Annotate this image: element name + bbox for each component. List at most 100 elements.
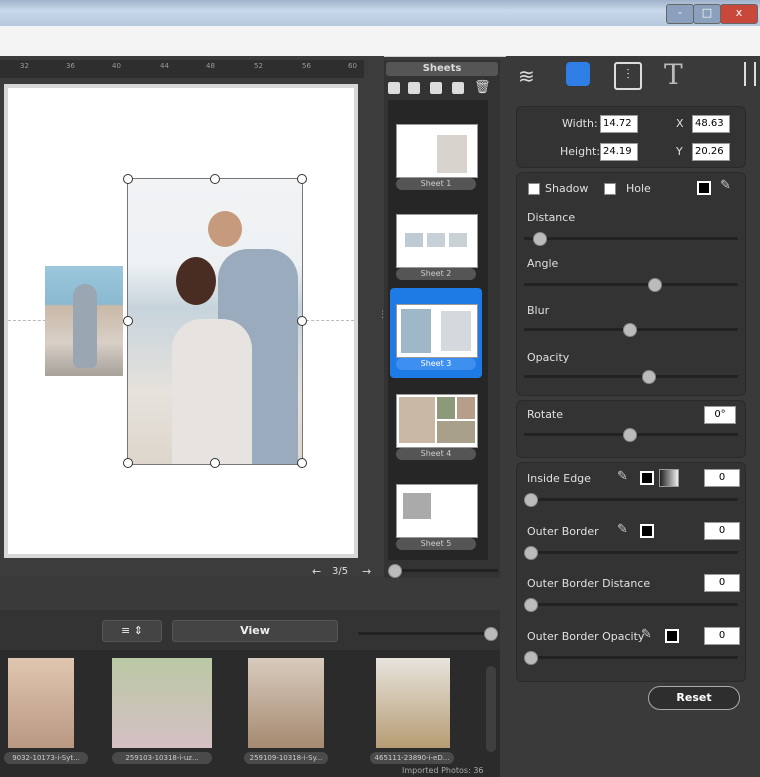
resize-handle[interactable]: [123, 458, 133, 468]
thumb-photo: [457, 397, 475, 419]
inside-edge-color-swatch[interactable]: [640, 471, 654, 485]
panel-toggle-icon[interactable]: [744, 62, 756, 86]
ruler-tick: 32: [20, 62, 29, 70]
outer-border-field[interactable]: 0: [704, 522, 740, 540]
thumbnail-size-slider-track[interactable]: [358, 632, 492, 635]
sheet-thumbnail[interactable]: [396, 124, 478, 178]
text-tool-icon[interactable]: T: [664, 58, 683, 91]
copy-sheet-icon[interactable]: [430, 82, 442, 94]
photo-filename: 9032-10173-i-Syt...: [4, 752, 88, 764]
resize-handle[interactable]: [210, 458, 220, 468]
outer-border-opacity-slider-track[interactable]: [524, 656, 738, 659]
panel-splitter-handle[interactable]: ⋮: [378, 310, 387, 320]
eyedropper-icon[interactable]: ✎: [617, 469, 628, 484]
adjustments-icon[interactable]: ⫶: [614, 62, 642, 90]
resize-handle[interactable]: [123, 174, 133, 184]
close-button[interactable]: x: [720, 4, 758, 24]
filmstrip-photo[interactable]: [248, 658, 324, 748]
rotate-slider-knob[interactable]: [623, 428, 637, 442]
blur-slider-knob[interactable]: [623, 323, 637, 337]
trash-icon[interactable]: 🗑: [474, 80, 491, 95]
minimize-button[interactable]: -: [666, 4, 694, 24]
filmstrip-scrollbar[interactable]: [486, 666, 496, 752]
gradient-swatch[interactable]: [659, 469, 679, 487]
distance-label: Distance: [527, 211, 576, 224]
eyedropper-icon[interactable]: ✎: [617, 522, 628, 537]
x-field[interactable]: 48.63: [692, 115, 730, 133]
thumb-photo: [449, 233, 467, 247]
zoom-slider-knob[interactable]: [388, 564, 402, 578]
height-label: Height:: [560, 145, 601, 158]
height-field[interactable]: 24.19: [600, 143, 638, 161]
sort-dropdown[interactable]: ≡ ⇕: [102, 620, 162, 642]
photo-figure: [73, 284, 97, 368]
zoom-slider-track[interactable]: [392, 569, 498, 572]
outer-border-color-swatch[interactable]: [640, 524, 654, 538]
eyedropper-icon[interactable]: ✎: [720, 178, 731, 193]
resize-handle[interactable]: [123, 316, 133, 326]
shadow-color-swatch[interactable]: [697, 181, 711, 195]
filmstrip-photo[interactable]: [112, 658, 212, 748]
resize-handle[interactable]: [297, 174, 307, 184]
opacity-label: Opacity: [527, 351, 570, 364]
inside-edge-slider-knob[interactable]: [524, 493, 538, 507]
filmstrip-photo[interactable]: [8, 658, 74, 748]
inside-edge-slider-track[interactable]: [524, 498, 738, 501]
thumbnail-size-slider-knob[interactable]: [484, 627, 498, 641]
eyedropper-icon[interactable]: ✎: [641, 627, 652, 642]
outer-border-opacity-slider-knob[interactable]: [524, 651, 538, 665]
opacity-slider-track[interactable]: [524, 375, 738, 378]
x-label: X: [676, 117, 684, 130]
maximize-button[interactable]: □: [693, 4, 721, 24]
angle-slider-knob[interactable]: [648, 278, 662, 292]
thumb-photo: [437, 421, 475, 443]
view-dropdown[interactable]: View: [172, 620, 338, 642]
distance-slider-knob[interactable]: [533, 232, 547, 246]
outer-border-slider-track[interactable]: [524, 551, 738, 554]
y-field[interactable]: 20.26: [692, 143, 730, 161]
prev-page-arrow-icon[interactable]: ←: [312, 565, 321, 578]
outer-border-distance-slider-knob[interactable]: [524, 598, 538, 612]
view-dropdown-label: View: [240, 624, 270, 637]
resize-handle[interactable]: [297, 316, 307, 326]
rotate-label: Rotate: [527, 408, 564, 421]
photo-filename: 259109-10318-i-Sy...: [244, 752, 328, 764]
outer-border-opacity-field[interactable]: 0: [704, 627, 740, 645]
outer-border-opacity-color-swatch[interactable]: [665, 629, 679, 643]
hole-label: Hole: [626, 182, 651, 195]
hole-checkbox[interactable]: [604, 183, 616, 195]
opacity-slider-knob[interactable]: [642, 370, 656, 384]
sheet-label: Sheet 4: [396, 448, 476, 460]
sheet-thumbnail[interactable]: [396, 214, 478, 268]
resize-handle[interactable]: [297, 458, 307, 468]
reset-button[interactable]: Reset: [648, 686, 740, 710]
sheet-label: Sheet 2: [396, 268, 476, 280]
blur-label: Blur: [527, 304, 550, 317]
small-photo-frame[interactable]: [45, 266, 123, 376]
shadow-checkbox[interactable]: [528, 183, 540, 195]
angle-slider-track[interactable]: [524, 283, 738, 286]
add-sheet-icon[interactable]: [388, 82, 400, 94]
filmstrip-photo[interactable]: [376, 658, 450, 748]
sheet-thumbnail[interactable]: [396, 304, 478, 358]
width-field[interactable]: 14.72: [600, 115, 638, 133]
duplicate-sheet-icon[interactable]: [408, 82, 420, 94]
inside-edge-field[interactable]: 0: [704, 469, 740, 487]
layers-icon[interactable]: ≋: [518, 64, 535, 88]
frame-3d-icon[interactable]: [566, 62, 590, 86]
paste-sheet-icon[interactable]: [452, 82, 464, 94]
outer-border-distance-field[interactable]: 0: [704, 574, 740, 592]
sheet-thumbnail[interactable]: [396, 394, 478, 448]
border-group: [516, 462, 746, 682]
menu-bar: [0, 26, 760, 57]
sheet-thumbnail[interactable]: [396, 484, 478, 538]
selected-photo-frame[interactable]: [127, 178, 303, 465]
ruler-tick: 60: [348, 62, 357, 70]
next-page-arrow-icon[interactable]: →: [362, 565, 371, 578]
resize-handle[interactable]: [210, 174, 220, 184]
outer-border-distance-slider-track[interactable]: [524, 603, 738, 606]
rotate-field[interactable]: 0°: [704, 406, 736, 424]
outer-border-slider-knob[interactable]: [524, 546, 538, 560]
thumb-photo: [437, 397, 455, 419]
distance-slider-track[interactable]: [524, 237, 738, 240]
